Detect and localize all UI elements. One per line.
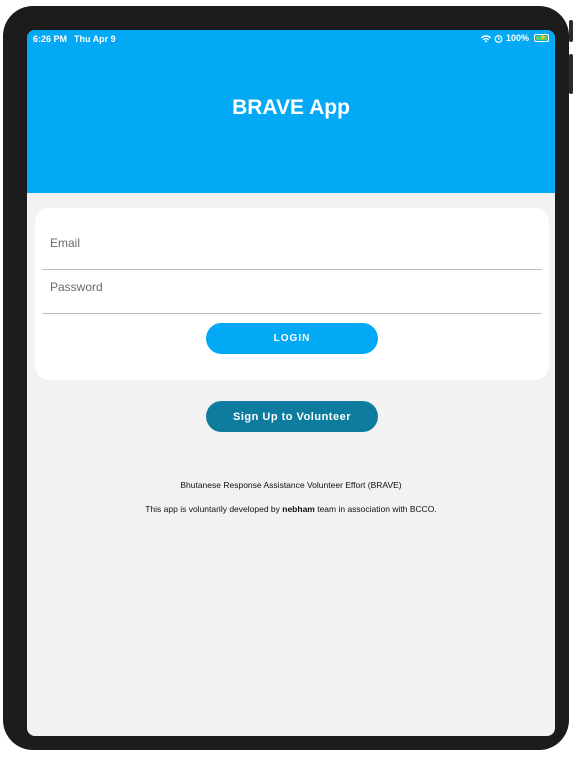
login-button[interactable]: LOGIN	[206, 323, 378, 354]
alarm-icon	[494, 34, 503, 43]
battery-percent: 100%	[505, 33, 529, 43]
credit-prefix: This app is voluntarily developed by	[145, 504, 283, 514]
status-bar: 6:26 PM Thu Apr 9 100% ⚡	[27, 30, 555, 48]
app-title: BRAVE App	[232, 96, 350, 119]
status-time: 6:26 PM	[33, 34, 68, 44]
login-card: LOGIN	[35, 208, 549, 380]
battery-charging-icon: ⚡	[534, 34, 549, 42]
side-button	[569, 54, 573, 94]
wifi-icon	[480, 34, 491, 42]
credit-text: This app is voluntarily developed by neb…	[27, 504, 555, 514]
volume-button	[569, 20, 573, 42]
password-input[interactable]	[50, 280, 530, 294]
status-indicators: 100% ⚡	[480, 33, 549, 43]
tablet-frame: 6:26 PM Thu Apr 9 100% ⚡ BRAVE App Email…	[3, 6, 573, 750]
org-name-text: Bhutanese Response Assistance Volunteer …	[180, 480, 402, 490]
sign-up-volunteer-button[interactable]: Sign Up to Volunteer	[206, 401, 378, 432]
credit-team-name: nebham	[282, 504, 315, 514]
email-input[interactable]	[50, 236, 530, 250]
password-field	[42, 270, 542, 314]
app-screen: 6:26 PM Thu Apr 9 100% ⚡ BRAVE App Email…	[27, 30, 555, 736]
email-field	[42, 226, 542, 270]
credit-suffix: team in association with BCCO.	[314, 504, 437, 514]
status-date: Thu Apr 9	[74, 34, 116, 44]
app-header: 6:26 PM Thu Apr 9 100% ⚡ BRAVE App	[27, 30, 555, 193]
